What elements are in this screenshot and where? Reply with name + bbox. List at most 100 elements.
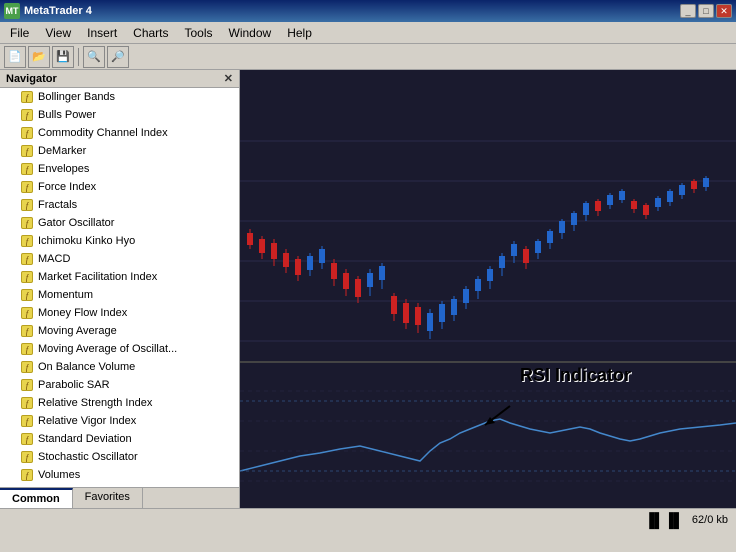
indicator-icon-img: f: [21, 145, 33, 157]
menu-tools[interactable]: Tools: [177, 24, 221, 42]
indicator-icon: f: [20, 396, 34, 410]
nav-item[interactable]: f Moving Average: [0, 322, 239, 340]
indicator-icon: f: [20, 360, 34, 374]
indicator-icon-img: f: [21, 343, 33, 355]
title-bar: MT MetaTrader 4 _ □ ✕: [0, 0, 736, 22]
navigator-panel: Navigator ✕ fBollinger BandsfBulls Power…: [0, 70, 240, 508]
indicator-label: Standard Deviation: [38, 433, 132, 445]
indicator-icon-img: f: [21, 91, 33, 103]
navigator-close-button[interactable]: ✕: [224, 72, 233, 85]
nav-item[interactable]: fStochastic Oscillator: [0, 448, 239, 466]
maximize-button[interactable]: □: [698, 4, 714, 18]
nav-item[interactable]: fMomentum: [0, 286, 239, 304]
toolbar-new[interactable]: 📄: [4, 46, 26, 68]
menu-window[interactable]: Window: [221, 24, 280, 42]
indicator-icon-img: f: [21, 361, 33, 373]
navigator-tabs: Common Favorites: [0, 487, 239, 508]
indicator-icon-img: f: [21, 325, 33, 337]
indicator-icon-img: f: [21, 163, 33, 175]
indicator-icon: f: [20, 252, 34, 266]
tab-common[interactable]: Common: [0, 488, 73, 508]
tab-favorites[interactable]: Favorites: [73, 488, 143, 508]
toolbar-zoom-out[interactable]: 🔎: [107, 46, 129, 68]
nav-item[interactable]: fGator Oscillator: [0, 214, 239, 232]
nav-item[interactable]: f MACD: [0, 250, 239, 268]
indicator-label: Relative Vigor Index: [38, 415, 136, 427]
navigator-title: Navigator: [6, 73, 57, 85]
indicator-icon-img: f: [21, 217, 33, 229]
indicator-label: Market Facilitation Index: [38, 271, 157, 283]
indicator-icon: f: [20, 450, 34, 464]
indicator-label: Envelopes: [38, 163, 89, 175]
indicator-icon: f: [20, 90, 34, 104]
nav-item[interactable]: f Volumes: [0, 466, 239, 484]
indicator-icon-img: f: [21, 235, 33, 247]
menu-help[interactable]: Help: [279, 24, 320, 42]
nav-item[interactable]: fIchimoku Kinko Hyo: [0, 232, 239, 250]
indicator-label: Volumes: [38, 469, 80, 481]
chart-area: RSI Indicator: [240, 70, 736, 508]
chart-svg: [240, 70, 736, 508]
indicator-label: Force Index: [38, 181, 96, 193]
nav-item[interactable]: f Relative Vigor Index: [0, 412, 239, 430]
nav-item[interactable]: fDeMarker: [0, 142, 239, 160]
nav-item[interactable]: fBollinger Bands: [0, 88, 239, 106]
indicator-icon-img: f: [21, 271, 33, 283]
minimize-button[interactable]: _: [680, 4, 696, 18]
indicator-icon-img: f: [21, 127, 33, 139]
indicator-icon: f: [20, 342, 34, 356]
nav-item[interactable]: f Relative Strength Index: [0, 394, 239, 412]
nav-item[interactable]: f Bulls Power: [0, 106, 239, 124]
title-bar-buttons[interactable]: _ □ ✕: [680, 4, 732, 18]
menu-view[interactable]: View: [37, 24, 79, 42]
indicator-label: Moving Average: [38, 325, 117, 337]
toolbar-zoom-in[interactable]: 🔍: [83, 46, 105, 68]
menu-bar: File View Insert Charts Tools Window Hel…: [0, 22, 736, 44]
menu-charts[interactable]: Charts: [125, 24, 176, 42]
indicator-icon: f: [20, 144, 34, 158]
toolbar: 📄 📂 💾 🔍 🔎: [0, 44, 736, 70]
indicator-icon: f: [20, 324, 34, 338]
nav-item[interactable]: f Envelopes: [0, 160, 239, 178]
toolbar-open[interactable]: 📂: [28, 46, 50, 68]
indicator-label: MACD: [38, 253, 70, 265]
navigator-header: Navigator ✕: [0, 70, 239, 88]
indicator-icon: f: [20, 180, 34, 194]
indicator-icon: f: [20, 126, 34, 140]
indicator-icon: f: [20, 306, 34, 320]
nav-item[interactable]: f Market Facilitation Index: [0, 268, 239, 286]
toolbar-save[interactable]: 💾: [52, 46, 74, 68]
indicator-icon: f: [20, 468, 34, 482]
nav-item[interactable]: f Force Index: [0, 178, 239, 196]
indicator-label: Moving Average of Oscillat...: [38, 343, 177, 355]
indicator-label: Relative Strength Index: [38, 397, 152, 409]
status-bar: ▐▌▐▌ 62/0 kb: [0, 508, 736, 530]
title-text: MetaTrader 4: [24, 5, 92, 17]
menu-file[interactable]: File: [2, 24, 37, 42]
indicator-icon-img: f: [21, 181, 33, 193]
close-button[interactable]: ✕: [716, 4, 732, 18]
indicator-icon-img: f: [21, 199, 33, 211]
indicator-label: Bulls Power: [38, 109, 96, 121]
nav-item[interactable]: fOn Balance Volume: [0, 358, 239, 376]
nav-item[interactable]: f Commodity Channel Index: [0, 124, 239, 142]
indicator-icon-img: f: [21, 451, 33, 463]
indicator-icon-img: f: [21, 433, 33, 445]
indicator-label: Parabolic SAR: [38, 379, 110, 391]
nav-item[interactable]: fMoney Flow Index: [0, 304, 239, 322]
nav-item[interactable]: fParabolic SAR: [0, 376, 239, 394]
indicator-icon: f: [20, 216, 34, 230]
toolbar-separator: [78, 48, 79, 66]
indicator-label: Commodity Channel Index: [38, 127, 168, 139]
menu-insert[interactable]: Insert: [79, 24, 125, 42]
nav-item[interactable]: f Standard Deviation: [0, 430, 239, 448]
indicator-icon-img: f: [21, 109, 33, 121]
indicator-icon: f: [20, 108, 34, 122]
nav-item[interactable]: f Moving Average of Oscillat...: [0, 340, 239, 358]
indicator-icon-img: f: [21, 307, 33, 319]
indicator-icon-img: f: [21, 253, 33, 265]
navigator-list[interactable]: fBollinger BandsfBulls PowerfCommodity C…: [0, 88, 239, 487]
nav-item[interactable]: fFractals: [0, 196, 239, 214]
app-icon: MT: [4, 3, 20, 19]
indicator-icon-img: f: [21, 415, 33, 427]
